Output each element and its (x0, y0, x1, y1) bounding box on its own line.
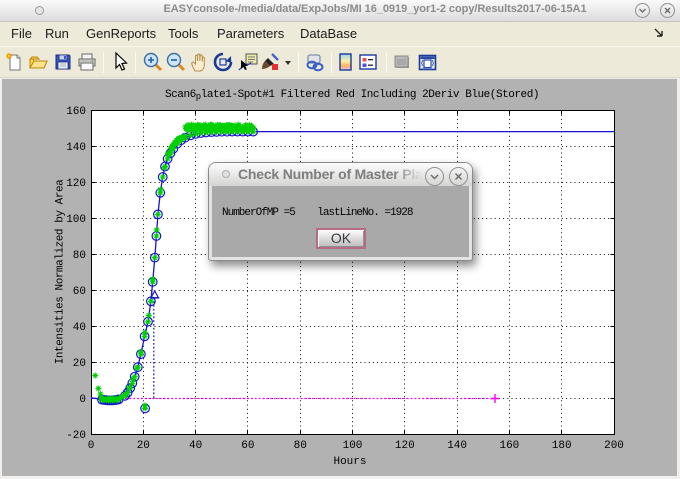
svg-text:100: 100 (66, 214, 86, 226)
svg-text:120: 120 (66, 178, 86, 190)
svg-text:20: 20 (137, 440, 150, 452)
svg-text:200: 200 (604, 440, 624, 452)
svg-text:-20: -20 (66, 430, 86, 442)
svg-text:Hours: Hours (333, 456, 366, 468)
svg-text:40: 40 (73, 322, 86, 334)
svg-text:Intensities Normalized by Area: Intensities Normalized by Area (55, 179, 67, 364)
svg-text:0: 0 (79, 394, 86, 406)
svg-text:180: 180 (552, 440, 572, 452)
svg-text:80: 80 (294, 440, 307, 452)
svg-text:20: 20 (73, 358, 86, 370)
svg-text:Scan6plate1-Spot#1 Filtered Re: Scan6plate1-Spot#1 Filtered Red Includin… (165, 89, 539, 102)
svg-text:60: 60 (241, 440, 254, 452)
svg-text:120: 120 (395, 440, 415, 452)
svg-text:40: 40 (189, 440, 202, 452)
svg-text:140: 140 (66, 142, 86, 154)
svg-text:80: 80 (73, 250, 86, 262)
svg-text:60: 60 (73, 286, 86, 298)
svg-text:100: 100 (343, 440, 363, 452)
svg-text:160: 160 (66, 106, 86, 118)
svg-text:140: 140 (447, 440, 467, 452)
svg-text:160: 160 (499, 440, 519, 452)
svg-text:0: 0 (88, 440, 95, 452)
